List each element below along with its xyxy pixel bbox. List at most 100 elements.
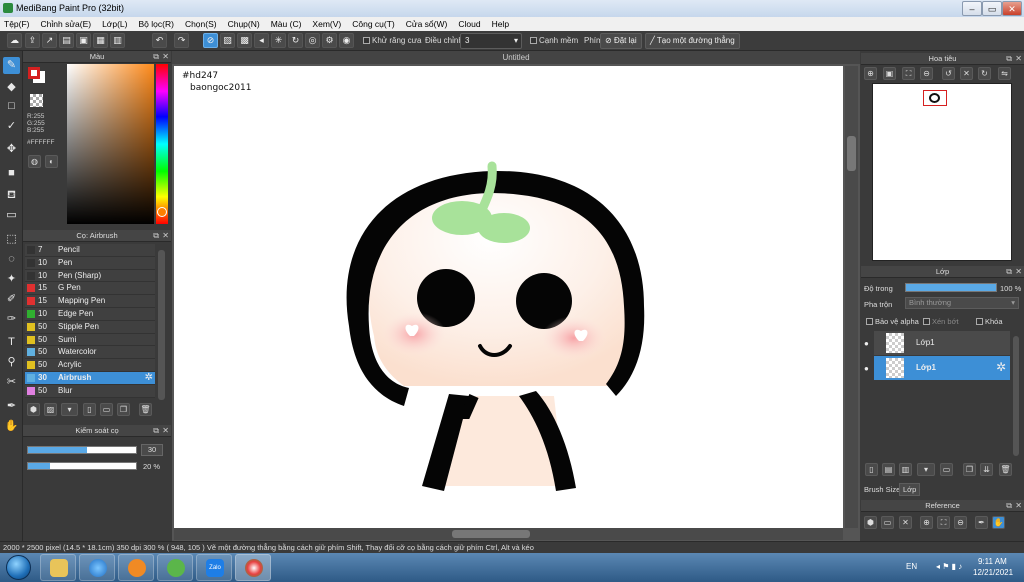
zoom-in-icon[interactable]: ⊕ [920, 516, 933, 529]
explorer-taskbar-button[interactable] [40, 554, 76, 581]
canvas-vertical-scrollbar[interactable] [845, 66, 858, 528]
layer-type-icon[interactable]: ▾ [917, 463, 935, 476]
close-reference-icon[interactable]: ✕ [899, 516, 912, 529]
duplicate-layer-icon[interactable]: ❐ [963, 463, 976, 476]
rotate-left-icon[interactable]: ↺ [942, 67, 955, 80]
menu-color[interactable]: Màu (C) [271, 19, 302, 29]
close-icon[interactable]: ✕ [162, 425, 169, 437]
layout-icon[interactable]: ▥ [110, 33, 125, 48]
layer-opacity-slider[interactable] [905, 283, 997, 292]
canvas-horizontal-scrollbar[interactable] [174, 528, 843, 540]
duplicate-icon[interactable]: ❐ [117, 403, 130, 416]
fill-rect-tool-icon[interactable]: ■ [3, 165, 20, 182]
divide-tool-icon[interactable]: ⚲ [3, 354, 20, 371]
comment-icon[interactable]: ▤ [59, 33, 74, 48]
folder-icon[interactable]: ▭ [100, 403, 113, 416]
brush-item[interactable]: 7 Pencil [25, 244, 155, 257]
hue-marker[interactable] [157, 207, 167, 217]
menu-file[interactable]: Tệp(F) [4, 19, 30, 29]
menu-filter[interactable]: Bộ lọc(R) [139, 19, 174, 29]
expand-icon[interactable]: ⧉ [1006, 53, 1012, 65]
clipping-checkbox[interactable]: Xén bớt [923, 317, 959, 326]
hand-icon[interactable]: ✋ [992, 516, 1005, 529]
snap-curve-icon[interactable]: ↻ [288, 33, 303, 48]
new-halftone-layer-icon[interactable]: ▤ [882, 463, 895, 476]
eye-icon[interactable]: ● [864, 339, 869, 348]
language-indicator[interactable]: EN [906, 562, 917, 571]
adjust-select[interactable]: 3 ▾ [460, 33, 522, 49]
gradient-tool-icon[interactable]: ▭ [3, 207, 20, 224]
zoom-out-icon[interactable]: ⊖ [954, 516, 967, 529]
blend-select[interactable]: Bình thường ▾ [905, 297, 1019, 309]
start-button[interactable] [6, 555, 31, 580]
cloud-icon[interactable]: ☁ [7, 33, 22, 48]
close-icon[interactable]: ✕ [1015, 266, 1022, 278]
tray-icons[interactable]: ◂ ⚑ ▮ ♪ [936, 562, 962, 571]
select-pen-tool-icon[interactable]: ✐ [3, 291, 20, 308]
eyedropper-tool-icon[interactable]: ✒ [3, 398, 20, 415]
layer-row[interactable]: Lớp1 [874, 331, 1010, 355]
vertical-scroll-thumb[interactable] [847, 136, 856, 171]
brush-item[interactable]: 50 Watercolor [25, 346, 155, 360]
menu-help[interactable]: Help [492, 19, 509, 29]
navigator-preview[interactable] [872, 83, 1012, 261]
brush-item[interactable]: 10 Edge Pen [25, 308, 155, 321]
transparent-color-swatch[interactable] [30, 94, 43, 107]
close-icon[interactable]: ✕ [162, 51, 169, 63]
brush-item[interactable]: 50 Acrylic [25, 359, 155, 372]
brush-settings-icon[interactable]: ▨ [44, 403, 57, 416]
zalo-taskbar-button[interactable]: Zalo [196, 554, 232, 581]
expand-icon[interactable]: ⧉ [153, 425, 159, 437]
eyedropper-icon[interactable]: ✒ [975, 516, 988, 529]
menu-select[interactable]: Chọn(S) [185, 19, 217, 29]
brush-size-value[interactable]: 30 [141, 444, 163, 456]
magic-wand-tool-icon[interactable]: ✦ [3, 271, 20, 288]
snap-ellipse-icon[interactable]: ⚙ [322, 33, 337, 48]
brush-item[interactable]: 50 Stipple Pen [25, 320, 155, 334]
brush-opacity-slider[interactable] [27, 462, 137, 470]
snap-circle-icon[interactable]: ◎ [305, 33, 320, 48]
brush-item[interactable]: 15 Mapping Pen [25, 295, 155, 308]
redo-icon[interactable]: ↷ [174, 33, 189, 48]
app-taskbar-button[interactable] [157, 554, 193, 581]
zoom-out-icon[interactable]: ⊖ [920, 67, 933, 80]
media-taskbar-button[interactable] [118, 554, 154, 581]
lasso-tool-icon[interactable]: ◌ [3, 251, 20, 268]
brush-item[interactable]: 50 Sumi [25, 333, 155, 347]
text-tool-icon[interactable]: T [3, 334, 20, 351]
clock-date[interactable]: 12/21/2021 [973, 568, 1013, 577]
panel-icon[interactable]: ▣ [76, 33, 91, 48]
edge-checkbox[interactable]: Cạnh mềm [530, 36, 578, 45]
share-icon[interactable]: ↗ [42, 33, 57, 48]
zoom-actual-icon[interactable]: ▣ [883, 67, 896, 80]
new-layer-icon[interactable]: ▯ [865, 463, 878, 476]
flip-horizontal-icon[interactable]: ⇋ [998, 67, 1011, 80]
gear-icon[interactable]: ✲ [996, 360, 1006, 374]
layer-list-scrollbar[interactable] [1013, 336, 1019, 456]
color-history-icon[interactable]: ◐ [45, 155, 58, 168]
delete-layer-icon[interactable]: 🗑 [999, 463, 1012, 476]
menu-tools[interactable]: Công cụ(T) [352, 19, 395, 29]
close-icon[interactable]: ✕ [1015, 53, 1022, 65]
menu-window[interactable]: Cửa sổ(W) [406, 19, 448, 29]
flip-icon[interactable]: ✕ [960, 67, 973, 80]
menu-view[interactable]: Xem(V) [312, 19, 341, 29]
ie-taskbar-button[interactable] [79, 554, 115, 581]
expand-icon[interactable]: ⧉ [153, 51, 159, 63]
saturation-value-picker[interactable] [67, 64, 154, 224]
snap-cross-icon[interactable]: ▩ [237, 33, 252, 48]
menu-snap[interactable]: Chụp(N) [228, 19, 260, 29]
add-brush-icon[interactable]: ⬢ [27, 403, 40, 416]
fit-icon[interactable]: ⛶ [902, 67, 915, 80]
medibang-taskbar-button[interactable] [235, 554, 271, 581]
expand-icon[interactable]: ⧉ [1006, 266, 1012, 278]
snap-radial-icon[interactable]: ✳ [271, 33, 286, 48]
eye-icon[interactable]: ● [864, 364, 869, 373]
bucket-tool-icon[interactable]: ⛾ [3, 187, 20, 204]
palette-icon[interactable]: ◍ [28, 155, 41, 168]
minimize-button[interactable]: – [962, 1, 982, 16]
menu-edit[interactable]: Chỉnh sửa(E) [41, 19, 92, 29]
brush-item[interactable]: 10 Pen [25, 256, 155, 270]
expand-icon[interactable]: ⧉ [153, 230, 159, 242]
close-icon[interactable]: ✕ [162, 230, 169, 242]
